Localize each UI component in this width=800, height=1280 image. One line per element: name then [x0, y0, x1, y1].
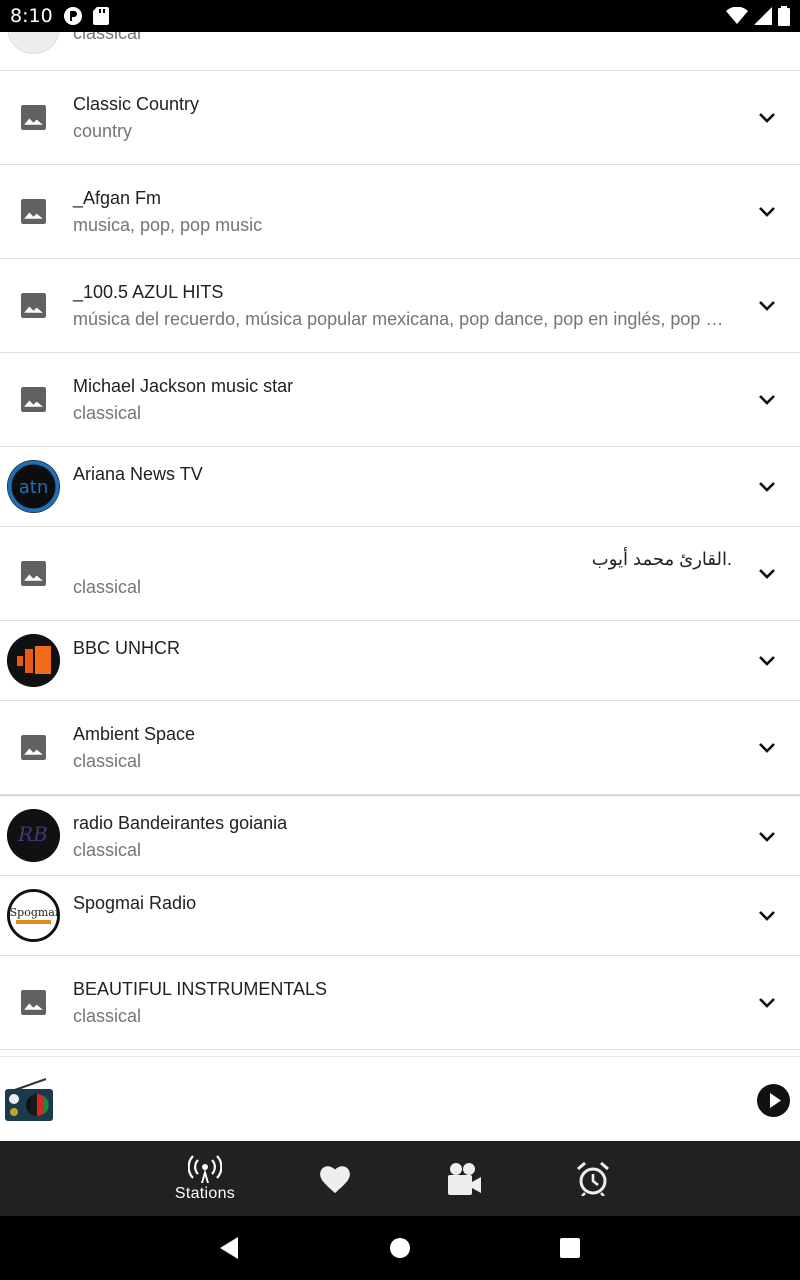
station-row[interactable]: Ambient Space classical — [0, 701, 800, 795]
rb-logo: RB — [7, 809, 60, 862]
chevron-down-icon[interactable] — [758, 109, 776, 127]
station-row[interactable]: Michael Jackson music star classical — [0, 353, 800, 447]
image-placeholder-icon — [21, 387, 46, 412]
radio-tower-icon — [188, 1154, 222, 1183]
station-row[interactable]: .القارئ محمد أيوب classical — [0, 527, 800, 621]
image-placeholder-icon — [21, 561, 46, 586]
station-subtitle: classical — [73, 1006, 142, 1026]
image-placeholder-icon — [21, 990, 46, 1015]
station-subtitle: classical — [73, 403, 142, 423]
nav-videos[interactable] — [409, 1141, 519, 1216]
sd-card-icon — [92, 7, 109, 25]
mini-player[interactable] — [0, 1056, 800, 1141]
status-time: 8:10 — [10, 5, 53, 27]
chevron-down-icon[interactable] — [758, 478, 776, 496]
chevron-down-icon[interactable] — [758, 203, 776, 221]
station-title: radio Bandeirantes goiania — [73, 813, 288, 833]
app-notification-icon — [63, 7, 82, 25]
bbc-unhcr-logo — [7, 634, 60, 687]
heart-icon — [320, 1165, 350, 1193]
station-title: .القارئ محمد أيوب — [591, 549, 732, 569]
chevron-down-icon[interactable] — [758, 652, 776, 670]
nav-stations-label: Stations — [174, 1184, 236, 1202]
home-icon[interactable] — [386, 1234, 414, 1262]
image-placeholder-icon — [21, 293, 46, 318]
station-row[interactable]: classical — [0, 32, 800, 71]
station-title: Classic Country — [73, 94, 200, 114]
image-placeholder-icon — [21, 735, 46, 760]
nav-alarm[interactable] — [538, 1141, 648, 1216]
station-title: Ariana News TV — [73, 464, 203, 484]
station-subtitle: classical — [73, 32, 142, 43]
station-row[interactable]: BBC UNHCR — [0, 621, 800, 701]
nav-stations[interactable]: Stations — [150, 1141, 260, 1216]
station-title: _100.5 AZUL HITS — [73, 282, 224, 302]
battery-icon — [778, 6, 790, 26]
chevron-down-icon[interactable] — [758, 565, 776, 583]
station-title: BEAUTIFUL INSTRUMENTALS — [73, 979, 328, 999]
radio-logo-icon — [5, 1078, 53, 1121]
video-camera-icon — [448, 1162, 481, 1195]
chevron-down-icon[interactable] — [758, 994, 776, 1012]
station-subtitle: classical — [73, 751, 142, 771]
image-placeholder-icon — [21, 199, 46, 224]
station-subtitle: country — [73, 121, 133, 141]
svg-text:Spogmai: Spogmai — [10, 906, 57, 919]
alarm-clock-icon — [577, 1161, 609, 1196]
station-subtitle: musica, pop, pop music — [73, 215, 263, 235]
back-icon[interactable] — [216, 1234, 244, 1262]
status-bar: 8:10 — [0, 0, 800, 32]
station-subtitle: classical — [73, 577, 142, 597]
signal-icon — [754, 7, 772, 25]
spogmai-logo: Spogmai — [7, 889, 60, 942]
chevron-down-icon[interactable] — [758, 297, 776, 315]
station-row[interactable]: RB radio Bandeirantes goiania classical — [0, 795, 800, 876]
station-list[interactable]: classical Classic Country country _Afgan… — [0, 32, 800, 1052]
station-subtitle: música del recuerdo, música popular mexi… — [73, 309, 729, 329]
station-row[interactable]: _100.5 AZUL HITS música del recuerdo, mú… — [0, 259, 800, 353]
station-title: Spogmai Radio — [73, 893, 197, 913]
station-subtitle: classical — [73, 840, 142, 860]
station-row[interactable]: Classic Country country — [0, 71, 800, 165]
station-title: _Afgan Fm — [73, 188, 162, 208]
svg-text:RB: RB — [17, 822, 48, 846]
system-nav-bar — [0, 1216, 800, 1280]
atn-logo: atn — [7, 460, 60, 513]
station-logo — [7, 32, 60, 54]
station-row[interactable]: Spogmai Spogmai Radio — [0, 876, 800, 956]
nav-favorites[interactable] — [280, 1141, 390, 1216]
recents-icon[interactable] — [556, 1234, 584, 1262]
station-row[interactable]: BEAUTIFUL INSTRUMENTALS classical — [0, 956, 800, 1050]
play-button[interactable] — [757, 1084, 790, 1117]
station-title: BBC UNHCR — [73, 638, 181, 658]
station-row[interactable]: atn Ariana News TV — [0, 447, 800, 527]
chevron-down-icon[interactable] — [758, 739, 776, 757]
station-row[interactable]: _Afgan Fm musica, pop, pop music — [0, 165, 800, 259]
image-placeholder-icon — [21, 105, 46, 130]
station-title: Ambient Space — [73, 724, 196, 744]
svg-text:atn: atn — [19, 477, 49, 498]
bottom-nav: Stations — [0, 1141, 800, 1216]
chevron-down-icon[interactable] — [758, 828, 776, 846]
station-title: Michael Jackson music star — [73, 376, 294, 396]
chevron-down-icon[interactable] — [758, 391, 776, 409]
chevron-down-icon[interactable] — [758, 907, 776, 925]
wifi-icon — [726, 7, 748, 24]
